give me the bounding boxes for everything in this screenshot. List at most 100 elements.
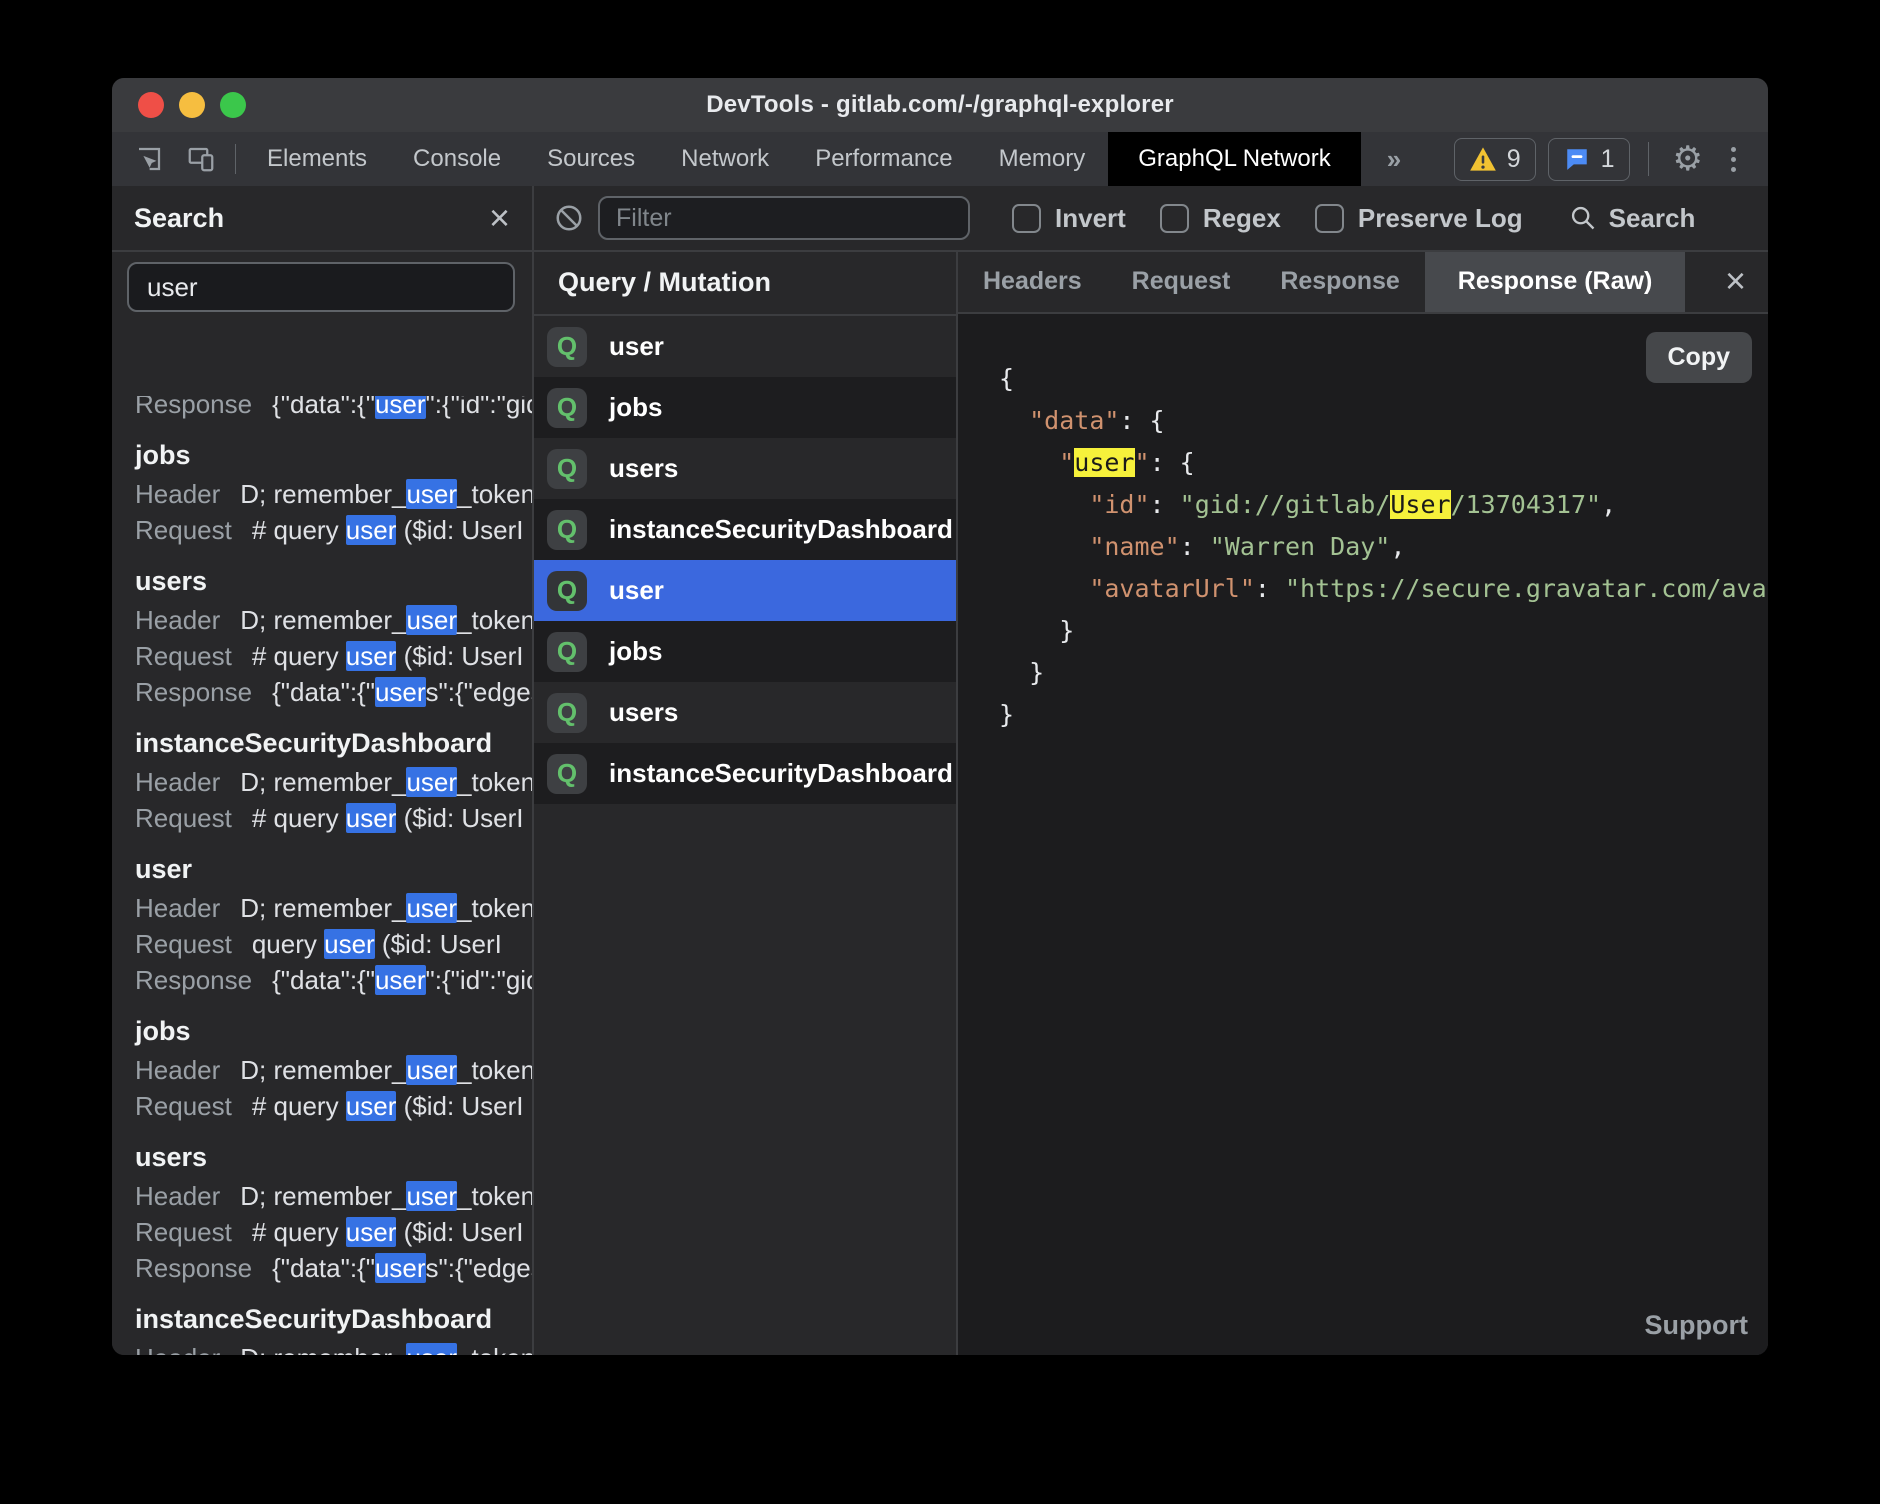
result-group-name: instanceSecurityDashboard bbox=[135, 722, 532, 764]
issues-badge[interactable]: 1 bbox=[1548, 138, 1630, 181]
detail-close-icon[interactable]: × bbox=[1725, 250, 1768, 312]
window-controls bbox=[138, 78, 246, 132]
issue-count: 1 bbox=[1601, 145, 1615, 174]
clear-block-icon[interactable] bbox=[532, 203, 598, 233]
preserve-log-checkbox[interactable]: Preserve Log bbox=[1315, 203, 1523, 234]
tab-elements[interactable]: Elements bbox=[244, 132, 390, 186]
search-result-line[interactable]: Request# query user ($id: UserI bbox=[135, 800, 532, 836]
close-window-button[interactable] bbox=[138, 92, 164, 118]
tab-bar-right: 9 1 ⚙ bbox=[1454, 132, 1768, 186]
window-title: DevTools - gitlab.com/-/graphql-explorer bbox=[706, 91, 1174, 119]
query-type-icon: Q bbox=[547, 510, 587, 550]
inspect-element-icon[interactable] bbox=[112, 132, 175, 186]
panel-divider-left[interactable] bbox=[532, 186, 534, 1355]
query-list-item[interactable]: QinstanceSecurityDashboard bbox=[532, 743, 956, 804]
result-group-name: users bbox=[135, 560, 532, 602]
response-json: { "data": { "user": { "id": "gid://gitla… bbox=[999, 358, 1768, 736]
tab-graphql-network[interactable]: GraphQL Network bbox=[1108, 132, 1361, 186]
tab-request[interactable]: Request bbox=[1107, 250, 1256, 312]
invert-checkbox[interactable]: Invert bbox=[1012, 203, 1126, 234]
tab-console[interactable]: Console bbox=[390, 132, 524, 186]
search-result-line[interactable]: Request# query user ($id: UserI bbox=[135, 638, 532, 674]
search-result-line[interactable]: HeaderD; remember_user_token=e bbox=[135, 1340, 532, 1355]
toolbar-divider bbox=[235, 144, 236, 174]
checkbox-icon[interactable] bbox=[1012, 204, 1041, 233]
checkbox-icon[interactable] bbox=[1315, 204, 1344, 233]
response-raw-body: Copy { "data": { "user": { "id": "gid://… bbox=[958, 314, 1768, 1355]
search-result-line[interactable]: HeaderD; remember_user_token=e bbox=[135, 764, 532, 800]
search-result-line[interactable]: HeaderD; remember_user_token=e bbox=[135, 476, 532, 512]
search-panel-title: Search bbox=[134, 203, 224, 234]
device-toolbar-icon[interactable] bbox=[175, 132, 227, 186]
warnings-badge[interactable]: 9 bbox=[1454, 138, 1536, 181]
detail-tabs: HeadersRequestResponseResponse (Raw) × bbox=[958, 250, 1768, 314]
result-group-name: jobs bbox=[135, 434, 532, 476]
support-link[interactable]: Support bbox=[1645, 1310, 1748, 1341]
warning-icon bbox=[1469, 146, 1497, 172]
result-line-label: Request bbox=[135, 803, 232, 833]
toolbar-search-label: Search bbox=[1609, 203, 1696, 234]
checkbox-icon[interactable] bbox=[1160, 204, 1189, 233]
query-name: jobs bbox=[609, 636, 662, 667]
search-input[interactable] bbox=[127, 262, 515, 312]
result-group-name: instanceSecurityDashboard bbox=[135, 1298, 532, 1340]
search-result-group: userHeaderD; remember_user_token=eReques… bbox=[135, 836, 532, 998]
result-group-name: users bbox=[135, 1136, 532, 1178]
query-list-item[interactable]: Qusers bbox=[532, 438, 956, 499]
result-line-label: Header bbox=[135, 1055, 220, 1085]
toolbar-search[interactable]: Search bbox=[1569, 203, 1696, 234]
tab-response-raw[interactable]: Response (Raw) bbox=[1425, 250, 1685, 312]
json-line: "name": "Warren Day", bbox=[999, 526, 1768, 568]
query-list-item-selected[interactable]: Quser bbox=[532, 560, 956, 621]
search-result-line[interactable]: Request# query user ($id: UserI bbox=[135, 1214, 532, 1250]
query-name: users bbox=[609, 697, 678, 728]
search-result-line[interactable]: HeaderD; remember_user_token=e bbox=[135, 1178, 532, 1214]
search-result-line[interactable]: Response{"data":{"users":{"edges bbox=[135, 674, 532, 710]
search-close-icon[interactable]: × bbox=[489, 200, 510, 236]
zoom-window-button[interactable] bbox=[220, 92, 246, 118]
query-list-item[interactable]: Quser bbox=[532, 316, 956, 377]
minimize-window-button[interactable] bbox=[179, 92, 205, 118]
search-result-line[interactable]: Request# query user ($id: UserI bbox=[135, 1088, 532, 1124]
json-line: { bbox=[999, 358, 1768, 400]
filter-options: Invert Regex Preserve Log bbox=[1012, 203, 1523, 234]
search-result-line[interactable]: Request# query user ($id: UserI bbox=[135, 512, 532, 548]
search-result-line[interactable]: Requestquery user ($id: UserI bbox=[135, 926, 532, 962]
query-list-item[interactable]: Qjobs bbox=[532, 377, 956, 438]
devtools-tab-bar: ElementsConsoleSourcesNetworkPerformance… bbox=[112, 132, 1768, 186]
result-group-name: jobs bbox=[135, 1010, 532, 1052]
query-list-item[interactable]: Qusers bbox=[532, 682, 956, 743]
query-list-item[interactable]: QinstanceSecurityDashboard bbox=[532, 499, 956, 560]
query-type-icon: Q bbox=[547, 388, 587, 428]
search-panel: Search × Response{"data":{"user":{"id":"… bbox=[112, 186, 532, 1355]
query-type-icon: Q bbox=[547, 571, 587, 611]
result-line-label: Header bbox=[135, 605, 220, 635]
regex-checkbox[interactable]: Regex bbox=[1160, 203, 1281, 234]
json-line: "user": { bbox=[999, 442, 1768, 484]
json-line: } bbox=[999, 694, 1768, 736]
search-result-line[interactable]: Response{"data":{"users":{"edges bbox=[135, 1250, 532, 1286]
query-name: user bbox=[609, 331, 664, 362]
more-tabs-chevron-icon[interactable]: » bbox=[1361, 132, 1425, 186]
network-toolbar: Invert Regex Preserve Log Search bbox=[532, 186, 1768, 252]
query-list-item[interactable]: Qjobs bbox=[532, 621, 956, 682]
search-result-line[interactable]: Response{"data":{"user":{"id":"gid bbox=[135, 396, 532, 422]
search-results: Response{"data":{"user":{"id":"gidjobsHe… bbox=[112, 396, 532, 1355]
tab-network[interactable]: Network bbox=[658, 132, 792, 186]
settings-gear-icon[interactable]: ⚙ bbox=[1667, 142, 1709, 176]
checkbox-label: Preserve Log bbox=[1358, 203, 1523, 234]
more-options-icon[interactable] bbox=[1721, 147, 1746, 172]
tab-sources[interactable]: Sources bbox=[524, 132, 658, 186]
search-result-line[interactable]: HeaderD; remember_user_token=e bbox=[135, 1052, 532, 1088]
tab-performance[interactable]: Performance bbox=[792, 132, 975, 186]
search-result-line[interactable]: HeaderD; remember_user_token=e bbox=[135, 602, 532, 638]
tab-response[interactable]: Response bbox=[1255, 250, 1424, 312]
search-result-line[interactable]: HeaderD; remember_user_token=e bbox=[135, 890, 532, 926]
json-line: "id": "gid://gitlab/User/13704317", bbox=[999, 484, 1768, 526]
search-result-line[interactable]: Response{"data":{"user":{"id":"gid bbox=[135, 962, 532, 998]
tab-headers[interactable]: Headers bbox=[958, 250, 1107, 312]
tab-memory[interactable]: Memory bbox=[976, 132, 1109, 186]
filter-input[interactable] bbox=[598, 196, 970, 240]
panel-divider-right[interactable] bbox=[956, 250, 958, 1355]
search-result-group: usersHeaderD; remember_user_token=eReque… bbox=[135, 548, 532, 710]
